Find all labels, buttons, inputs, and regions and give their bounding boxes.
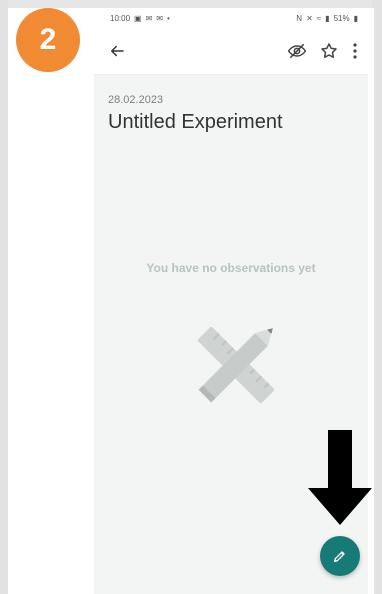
step-badge: 2: [16, 8, 80, 72]
experiment-title: Untitled Experiment: [108, 111, 283, 133]
battery-icon: ▮: [353, 14, 358, 23]
arrow-left-icon: [111, 45, 124, 57]
empty-state-message: You have no observations yet: [146, 261, 316, 275]
pencil-ruler-icon: [197, 326, 275, 404]
arrow-down-icon: [308, 430, 372, 525]
status-left: 10:00 ▣ ✉ ✉ •: [110, 14, 170, 23]
favorite-button[interactable]: [318, 40, 340, 62]
more-menu-button[interactable]: [348, 40, 362, 62]
status-time: 10:00: [110, 14, 131, 23]
hide-button[interactable]: [286, 40, 308, 62]
status-bar: 10:00 ▣ ✉ ✉ • N ✕ ≈ ▮ 51% ▮: [94, 8, 368, 28]
app-bar: [94, 28, 368, 75]
wifi-icon: ≈: [316, 14, 322, 23]
page-frame: 10:00 ▣ ✉ ✉ • N ✕ ≈ ▮ 51% ▮ 28.02.2023 U…: [0, 0, 382, 594]
mail-icon: ✉: [156, 14, 163, 23]
mute-icon: ✕: [306, 14, 313, 23]
more-vertical-icon: [353, 43, 357, 59]
nfc-icon: N: [296, 14, 303, 23]
pencil-icon: [334, 551, 345, 562]
battery-percentage: 51%: [333, 14, 350, 23]
edit-fab[interactable]: [320, 536, 360, 576]
back-button[interactable]: [106, 40, 128, 62]
visibility-off-icon: [287, 43, 307, 59]
dot-icon: •: [167, 14, 170, 23]
left-strip: [0, 0, 8, 594]
experiment-date: 28.02.2023: [108, 94, 164, 106]
calendar-icon: ▣: [134, 14, 142, 23]
status-right: N ✕ ≈ ▮ 51% ▮: [296, 14, 358, 23]
mail-icon: ✉: [145, 14, 153, 23]
signal-icon: ▮: [325, 14, 330, 23]
step-number: 2: [39, 23, 57, 56]
star-outline-icon: [321, 43, 337, 58]
left-margin-panel: [8, 8, 94, 594]
